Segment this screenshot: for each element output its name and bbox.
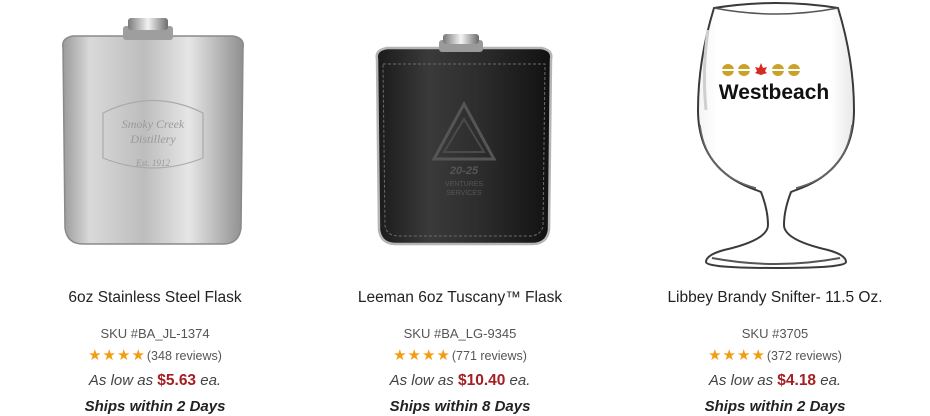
price-prefix: As low as [708,372,774,389]
product-card[interactable]: 20-25 VENTURES SERVICES Leeman 6oz Tusca… [305,0,615,416]
price-suffix: ea. [200,372,222,389]
shipping-info: Ships within 2 Days [84,398,226,415]
engraving-line1: Smoky Creek [122,117,185,131]
star-icon: ★ [393,347,407,364]
price-line: As low as $5.63 ea. [0,372,310,390]
product-image-link[interactable]: Smoky Creek Distillery Est. 1912 [0,0,310,275]
star-icon: ★ [116,347,131,364]
product-rating: ★ ★ ★ ★ (372 reviews) [620,348,930,363]
price-prefix: As low as [88,372,154,389]
price-line: As low as $4.18 ea. [620,372,930,390]
price-suffix: ea. [820,372,842,389]
price-line: As low as $10.40 ea. [305,372,615,390]
shipping-info: Ships within 2 Days [704,398,846,415]
price-prefix: As low as [389,372,454,389]
product-card[interactable]: Smoky Creek Distillery Est. 1912 6oz Sta… [0,0,310,416]
product-sku: SKU #3705 [741,326,809,341]
stainless-flask-icon: Smoky Creek Distillery Est. 1912 [61,18,245,245]
brandy-snifter-icon: Westbeach [696,2,856,270]
engraving-line1: 20-25 [449,165,479,177]
product-price: $4.18 [777,372,817,389]
star-icon: ★ [421,347,436,364]
product-title[interactable]: 6oz Stainless Steel Flask [0,289,310,307]
product-card[interactable]: Westbeach Libbey Brandy Snifter- 11.5 Oz… [620,0,930,416]
review-count[interactable]: (348 reviews) [147,349,222,363]
star-icon: ★ [131,347,145,364]
review-count[interactable]: (372 reviews) [767,349,842,363]
star-icon: ★ [722,347,736,364]
star-rating: ★ ★ ★ ★ [708,348,765,363]
product-image-link[interactable]: 20-25 VENTURES SERVICES [305,0,615,275]
product-rating: ★ ★ ★ ★ (348 reviews) [0,348,310,363]
price-suffix: ea. [509,372,531,389]
engraving-line2: Distillery [129,132,176,146]
product-grid: Smoky Creek Distillery Est. 1912 6oz Sta… [0,0,930,416]
star-icon: ★ [88,347,102,364]
star-icon: ★ [407,347,421,364]
product-title[interactable]: Leeman 6oz Tuscany™ Flask [305,289,615,307]
product-rating: ★ ★ ★ ★ (771 reviews) [305,348,615,363]
review-count[interactable]: (771 reviews) [452,349,527,363]
star-icon: ★ [708,347,722,364]
star-rating: ★ ★ ★ ★ [88,348,145,363]
product-image-link[interactable]: Westbeach [620,0,930,275]
engraving-line2: VENTURES [445,181,483,188]
product-price: $10.40 [457,372,506,389]
star-icon: ★ [436,347,450,364]
engraving-line3: Est. 1912 [135,158,171,168]
product-sku: SKU #BA_LG-9345 [403,326,517,341]
product-title[interactable]: Libbey Brandy Snifter- 11.5 Oz. [620,289,930,307]
star-icon: ★ [102,347,116,364]
shipping-info: Ships within 8 Days [389,398,531,415]
star-icon: ★ [751,347,765,364]
star-icon: ★ [736,347,751,364]
engraving-line3: SERVICES [446,190,482,197]
leather-flask-icon: 20-25 VENTURES SERVICES [375,34,553,246]
star-rating: ★ ★ ★ ★ [393,348,450,363]
product-sku: SKU #BA_JL-1374 [100,326,210,341]
product-price: $5.63 [157,372,197,389]
logo-text: Westbeach [719,81,830,104]
